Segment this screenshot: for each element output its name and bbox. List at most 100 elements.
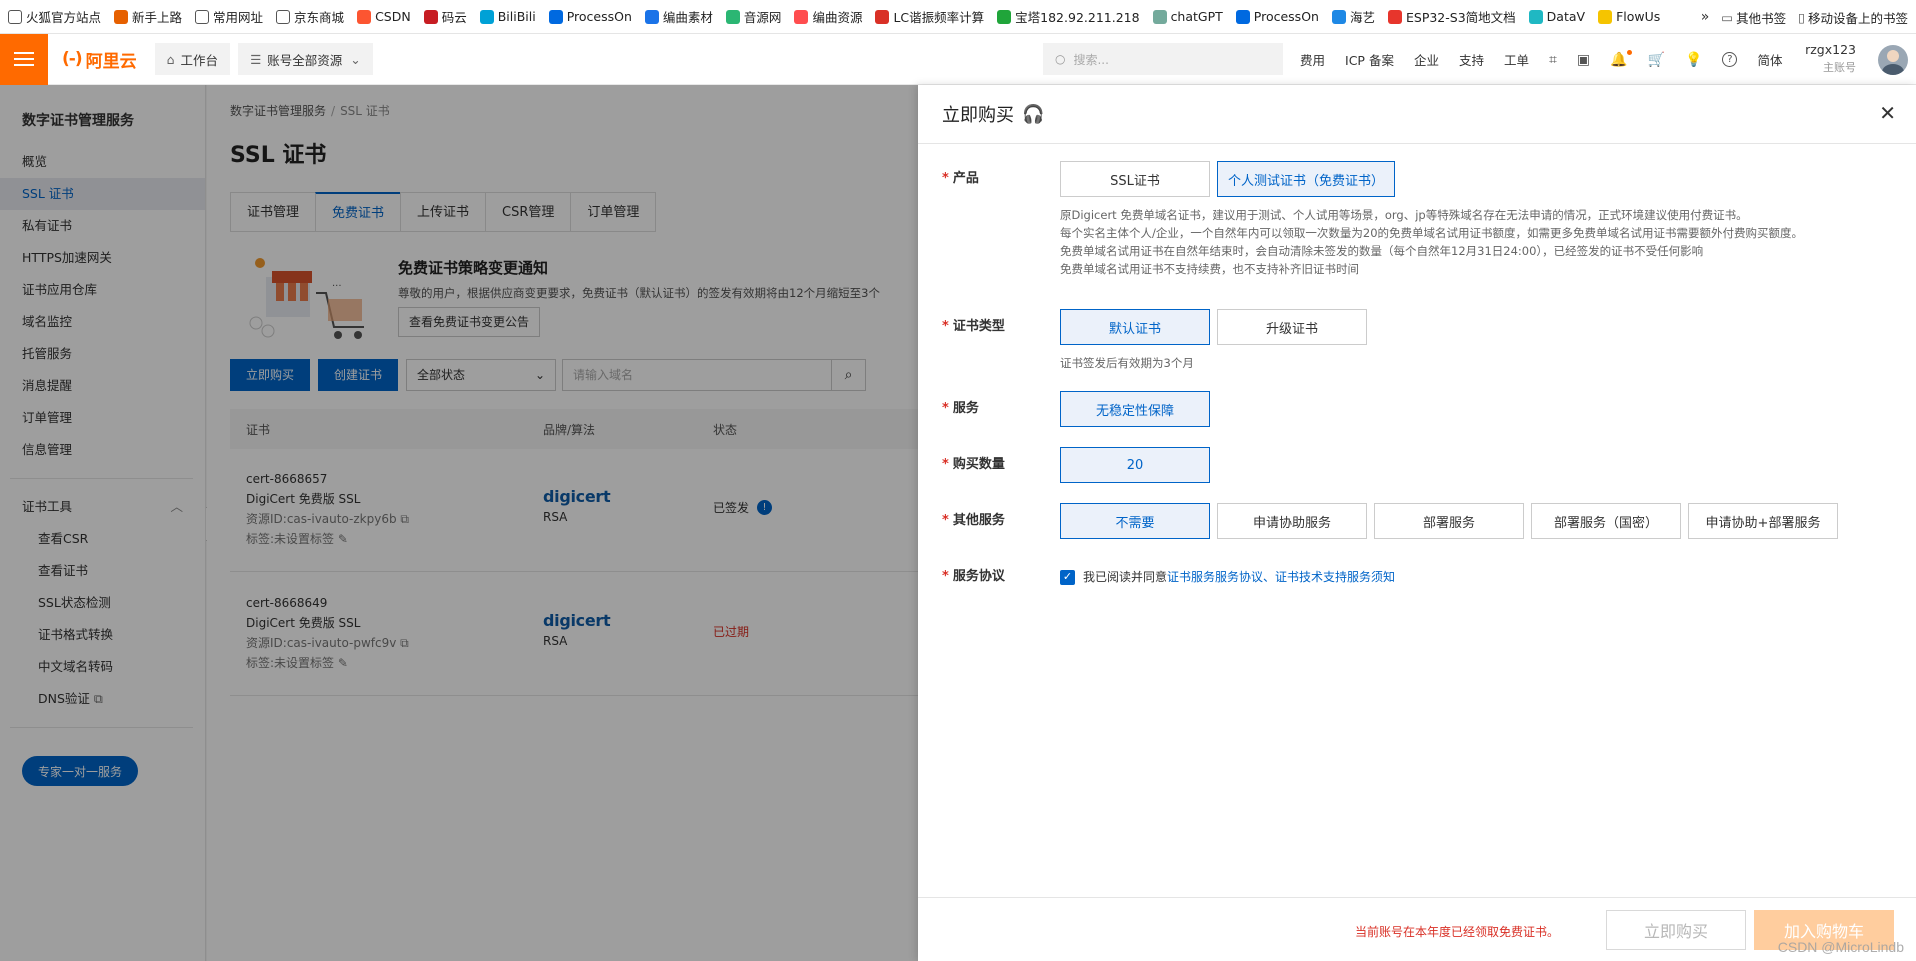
other-service-option[interactable]: 部署服务（国密） xyxy=(1531,503,1681,539)
bookmark-item[interactable]: chatGPT xyxy=(1152,9,1223,24)
bookmark-item[interactable]: ProcessOn xyxy=(548,9,632,24)
service-row: * 服务 无稳定性保障 xyxy=(942,391,1217,427)
more-bookmarks-icon[interactable]: » xyxy=(1701,9,1710,25)
checkbox-checked-icon[interactable]: ✓ xyxy=(1060,569,1075,585)
nav-link[interactable]: ICP 备案 xyxy=(1345,50,1394,69)
cert-type-option[interactable]: 默认证书 xyxy=(1060,309,1210,345)
shield-icon xyxy=(997,9,1012,24)
menu-icon[interactable] xyxy=(0,33,48,85)
bookmark-item[interactable]: BiliBili xyxy=(479,9,536,24)
bookmark-item[interactable]: 码云 xyxy=(423,7,467,26)
cart-icon[interactable]: 🛒 xyxy=(1648,52,1665,68)
bookmarks-right: » ▭ 其他书签 ▯ 移动设备上的书签 xyxy=(1700,0,1908,33)
cert-type-label: * 证书类型 xyxy=(942,319,1005,334)
drawer-footer: 当前账号在本年度已经领取免费证书。 立即购买 加入购物车 xyxy=(918,897,1916,961)
lightbulb-icon[interactable]: 💡 xyxy=(1685,52,1702,68)
firefox-icon xyxy=(114,9,129,24)
bookmark-item[interactable]: FlowUs xyxy=(1598,9,1660,24)
bookmark-label: 常用网址 xyxy=(213,10,264,25)
other-service-option[interactable]: 不需要 xyxy=(1060,503,1210,539)
nav-link[interactable]: 费用 xyxy=(1300,50,1325,69)
nav-link[interactable]: 企业 xyxy=(1414,50,1439,69)
bookmark-item[interactable]: 常用网址 xyxy=(195,7,263,26)
quantity-row: * 购买数量 20 xyxy=(942,447,1217,483)
bookmark-item[interactable]: 音源网 xyxy=(725,7,781,26)
aliyun-logo[interactable]: (-) 阿里云 xyxy=(62,47,137,72)
top-right-links: 费用 ICP 备案 企业 支持 工单 ⌗ ▣ 🔔 🛒 💡? 简体 xyxy=(1300,34,1802,85)
music-icon xyxy=(725,9,740,24)
bookmark-label: 编曲资源 xyxy=(812,10,863,25)
bookmark-folder[interactable]: ▭ 其他书签 xyxy=(1721,8,1786,27)
bookmark-label: CSDN xyxy=(375,9,411,24)
bookmark-item[interactable]: 宝塔182.92.211.218 xyxy=(997,7,1140,26)
bookmark-item[interactable]: 编曲素材 xyxy=(644,7,713,26)
espressif-icon xyxy=(1387,9,1402,24)
bookmark-label: ProcessOn xyxy=(566,9,632,24)
resource-selector[interactable]: ☰ 账号全部资源 ⌄ xyxy=(238,43,373,75)
modal-overlay[interactable] xyxy=(0,85,918,961)
bookmark-folder[interactable]: ▯ 移动设备上的书签 xyxy=(1798,8,1908,27)
cert-type-options: 默认证书 升级证书 xyxy=(1060,309,1374,345)
other-service-option[interactable]: 申请协助服务 xyxy=(1217,503,1367,539)
bookmark-label: 其他书签 xyxy=(1736,10,1787,26)
service-option-no-sla[interactable]: 无稳定性保障 xyxy=(1060,391,1210,427)
bookmark-item[interactable]: ESP32-S3简地文档 xyxy=(1387,7,1516,26)
watermark: CSDN @MicroLindb xyxy=(1777,939,1904,955)
haiyi-icon xyxy=(1331,9,1346,24)
product-row: * 产品 SSL证书 个人测试证书（免费证书） xyxy=(942,161,1402,197)
account-info[interactable]: rzgx123 主账号 xyxy=(1805,42,1856,75)
bookmark-item[interactable]: 火狐官方站点 xyxy=(8,7,101,26)
other-services-label: * 其他服务 xyxy=(942,513,1005,528)
nav-link[interactable]: 支持 xyxy=(1459,50,1484,69)
other-service-option[interactable]: 申请协助+部署服务 xyxy=(1688,503,1838,539)
product-option[interactable]: SSL证书 xyxy=(1060,161,1210,197)
product-options: SSL证书 个人测试证书（免费证书） xyxy=(1060,161,1402,197)
bookmark-item[interactable]: ProcessOn xyxy=(1235,9,1319,24)
folder-icon xyxy=(8,9,22,24)
close-icon[interactable]: ✕ xyxy=(1879,103,1896,123)
cert-type-description: 证书签发后有效期为3个月 xyxy=(1060,356,1194,370)
nav-link[interactable]: 工单 xyxy=(1504,50,1529,69)
folder-icon: ▭ xyxy=(1721,9,1734,25)
account-role: 主账号 xyxy=(1823,61,1856,74)
help-icon[interactable]: ? xyxy=(1722,52,1738,67)
workbench-button[interactable]: ⌂ 工作台 xyxy=(154,43,231,75)
resource-label: 账号全部资源 xyxy=(267,52,343,68)
chevron-down-icon: ⌄ xyxy=(350,51,361,67)
bookmark-item[interactable]: LC谐振频率计算 xyxy=(875,7,984,26)
language-switch[interactable]: 简体 xyxy=(1757,50,1782,69)
buy-now-button[interactable]: 立即购买 xyxy=(1606,910,1746,950)
terminal-icon[interactable]: ▣ xyxy=(1577,52,1590,68)
bookmark-item[interactable]: DataV xyxy=(1528,9,1585,24)
bookmark-label: 新手上路 xyxy=(132,10,183,25)
bookmark-label: 海艺 xyxy=(1349,10,1375,25)
product-option[interactable]: 个人测试证书（免费证书） xyxy=(1217,161,1396,197)
agreement-link[interactable]: 证书服务服务协议、证书技术支持服务须知 xyxy=(1167,559,1395,595)
other-service-option[interactable]: 部署服务 xyxy=(1374,503,1524,539)
logo-mark: (-) xyxy=(62,49,83,69)
bookmark-label: 宝塔182.92.211.218 xyxy=(1015,10,1140,25)
bookmark-item[interactable]: 海艺 xyxy=(1331,7,1375,26)
bookmark-label: BiliBili xyxy=(497,9,536,24)
cert-type-option[interactable]: 升级证书 xyxy=(1217,309,1367,345)
avatar[interactable] xyxy=(1878,45,1908,75)
bookmarks-bar: 火狐官方站点 新手上路 常用网址 京东商城 CSDN 码云 BiliBili ProcessO… xyxy=(0,0,1916,34)
headset-icon[interactable]: 🎧 xyxy=(1022,104,1044,125)
bookmark-item[interactable]: 编曲资源 xyxy=(794,7,862,26)
bell-icon[interactable]: 🔔 xyxy=(1610,49,1632,68)
global-search-input[interactable]: ○ 搜索... xyxy=(1043,43,1283,75)
notification-dot xyxy=(1626,49,1632,55)
mobile-icon: ▯ xyxy=(1798,9,1805,25)
bookmark-item[interactable]: CSDN xyxy=(357,9,411,24)
bookmark-item[interactable]: 新手上路 xyxy=(114,7,182,26)
quantity-option[interactable]: 20 xyxy=(1060,447,1210,483)
logo-text: 阿里云 xyxy=(85,51,137,72)
workbench-label: 工作台 xyxy=(180,52,219,68)
bookmark-label: 编曲素材 xyxy=(662,10,713,25)
bookmark-item[interactable]: 京东商城 xyxy=(276,7,344,26)
search-placeholder: 搜索... xyxy=(1073,52,1109,67)
agreement-checkbox[interactable]: ✓ 我已阅读并同意 证书服务服务协议、证书技术支持服务须知 xyxy=(1060,559,1395,595)
footer-warning: 当前账号在本年度已经领取免费证书。 xyxy=(1355,925,1560,939)
code-icon[interactable]: ⌗ xyxy=(1549,52,1557,68)
product-label: * 产品 xyxy=(942,171,979,186)
